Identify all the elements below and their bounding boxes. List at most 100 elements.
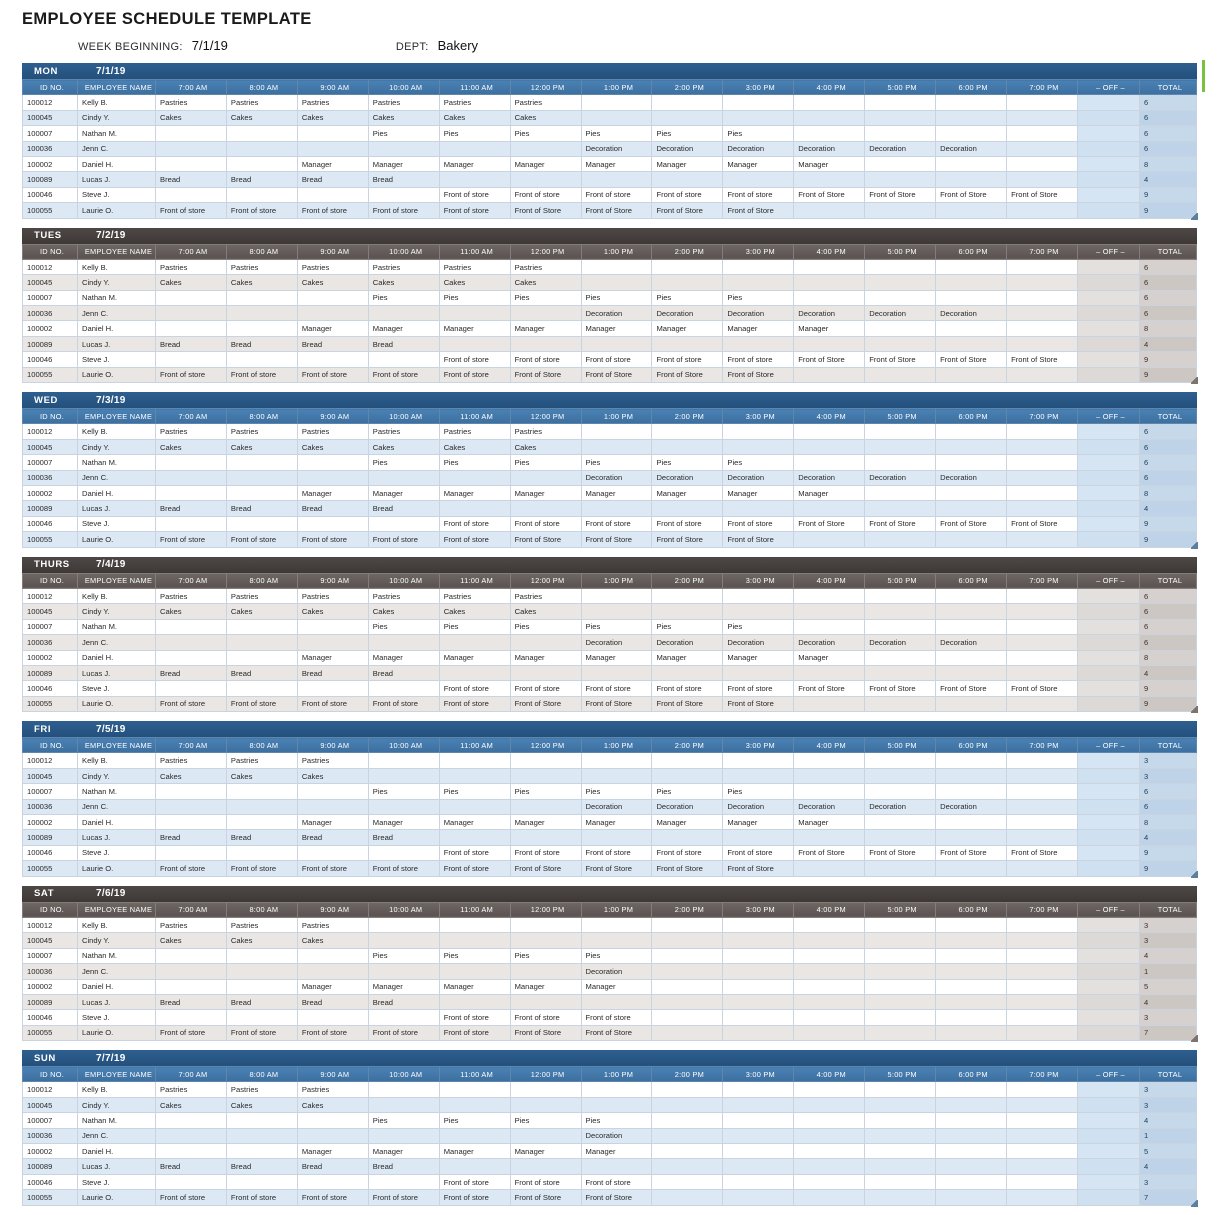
cell-shift[interactable]: Cakes <box>225 1096 298 1114</box>
cell-shift[interactable] <box>367 1127 440 1145</box>
cell-shift[interactable]: Bread <box>367 1158 440 1175</box>
cell-shift[interactable]: Front of Store <box>651 860 724 877</box>
cell-shift[interactable]: Pastries <box>509 94 582 111</box>
cell-off[interactable] <box>1077 1127 1140 1145</box>
cell-shift[interactable] <box>793 1096 866 1114</box>
cell-shift[interactable]: Front of store <box>438 186 511 204</box>
cell-shift[interactable] <box>296 634 369 651</box>
cell-shift[interactable] <box>155 649 227 666</box>
cell-shift[interactable] <box>438 916 511 934</box>
cell-shift[interactable]: Decoration <box>722 798 795 816</box>
cell-shift[interactable]: Front of Store <box>935 680 1008 697</box>
cell-shift[interactable] <box>935 860 1008 877</box>
cell-shift[interactable]: Pastries <box>225 94 298 111</box>
cell-shift[interactable] <box>580 109 653 127</box>
cell-shift[interactable]: Bread <box>155 664 227 682</box>
cell-off[interactable] <box>1077 140 1140 157</box>
cell-shift[interactable]: Bread <box>225 829 298 846</box>
cell-shift[interactable]: Front of store <box>722 351 795 368</box>
cell-shift[interactable] <box>722 1158 795 1175</box>
cell-shift[interactable]: Front of Store <box>864 186 937 204</box>
cell-shift[interactable] <box>438 140 511 157</box>
cell-shift[interactable]: Bread <box>155 171 227 188</box>
cell-shift[interactable]: Manager <box>651 155 724 173</box>
cell-shift[interactable]: Bread <box>367 500 440 517</box>
cell-shift[interactable]: Decoration <box>722 469 795 486</box>
cell-shift[interactable] <box>225 515 298 533</box>
cell-shift[interactable] <box>722 423 795 440</box>
cell-shift[interactable]: Pies <box>509 618 582 636</box>
cell-shift[interactable] <box>1006 603 1078 620</box>
cell-shift[interactable] <box>155 469 227 486</box>
cell-shift[interactable]: Pies <box>580 618 653 636</box>
cell-shift[interactable]: Front of store <box>225 695 298 713</box>
cell-shift[interactable] <box>935 695 1008 713</box>
cell-shift[interactable]: Front of store <box>722 844 795 862</box>
cell-shift[interactable]: Pies <box>651 125 724 142</box>
cell-shift[interactable] <box>651 94 724 111</box>
cell-off[interactable] <box>1077 963 1140 980</box>
cell-off[interactable] <box>1077 603 1140 620</box>
cell-shift[interactable] <box>1006 94 1078 111</box>
cell-shift[interactable] <box>935 258 1008 276</box>
cell-shift[interactable]: Manager <box>509 155 582 173</box>
cell-shift[interactable]: Front of Store <box>935 844 1008 862</box>
cell-shift[interactable]: Front of Store <box>722 202 795 219</box>
cell-shift[interactable] <box>296 963 369 980</box>
cell-shift[interactable]: Bread <box>155 829 227 846</box>
cell-shift[interactable]: Cakes <box>155 1096 227 1114</box>
cell-shift[interactable] <box>438 1158 511 1175</box>
cell-shift[interactable]: Cakes <box>225 932 298 949</box>
cell-shift[interactable] <box>155 1009 227 1026</box>
cell-shift[interactable] <box>155 484 227 502</box>
cell-shift[interactable] <box>225 1127 298 1145</box>
cell-shift[interactable] <box>935 1112 1008 1129</box>
cell-shift[interactable] <box>722 1024 795 1042</box>
cell-shift[interactable]: Front of store <box>722 186 795 204</box>
cell-shift[interactable] <box>793 1081 866 1098</box>
cell-shift[interactable]: Pastries <box>296 423 369 440</box>
cell-shift[interactable] <box>793 438 866 456</box>
cell-shift[interactable] <box>935 664 1008 682</box>
cell-off[interactable] <box>1077 125 1140 142</box>
cell-shift[interactable] <box>722 1127 795 1145</box>
cell-shift[interactable] <box>864 814 937 831</box>
cell-shift[interactable] <box>1006 155 1078 173</box>
cell-shift[interactable]: Front of Store <box>509 366 582 384</box>
cell-shift[interactable]: Front of store <box>580 351 653 368</box>
cell-shift[interactable] <box>651 916 724 934</box>
cell-shift[interactable] <box>793 366 866 384</box>
cell-shift[interactable] <box>580 1096 653 1114</box>
cell-shift[interactable]: Front of store <box>225 1189 298 1206</box>
cell-shift[interactable]: Manager <box>793 649 866 666</box>
cell-shift[interactable]: Manager <box>296 155 369 173</box>
cell-off[interactable] <box>1077 978 1140 995</box>
cell-shift[interactable]: Front of Store <box>580 695 653 713</box>
cell-shift[interactable] <box>509 752 582 769</box>
cell-shift[interactable]: Pastries <box>155 752 227 769</box>
cell-shift[interactable] <box>580 1158 653 1175</box>
cell-shift[interactable] <box>1006 1024 1078 1042</box>
cell-shift[interactable] <box>935 155 1008 173</box>
cell-shift[interactable]: Front of store <box>155 695 227 713</box>
cell-shift[interactable]: Manager <box>793 320 866 337</box>
cell-shift[interactable]: Front of store <box>367 1024 440 1042</box>
cell-shift[interactable]: Front of Store <box>864 844 937 862</box>
cell-shift[interactable]: Front of Store <box>509 860 582 877</box>
cell-shift[interactable] <box>225 289 298 307</box>
cell-shift[interactable] <box>935 978 1008 995</box>
cell-shift[interactable]: Pies <box>509 125 582 142</box>
cell-shift[interactable] <box>155 305 227 322</box>
cell-shift[interactable] <box>793 109 866 127</box>
cell-shift[interactable]: Front of store <box>509 844 582 862</box>
cell-shift[interactable] <box>935 814 1008 831</box>
cell-shift[interactable] <box>864 171 937 188</box>
cell-shift[interactable]: Manager <box>651 484 724 502</box>
cell-shift[interactable]: Front of Store <box>793 844 866 862</box>
cell-off[interactable] <box>1077 844 1140 862</box>
cell-shift[interactable]: Bread <box>296 1158 369 1175</box>
cell-shift[interactable] <box>509 1096 582 1114</box>
cell-shift[interactable] <box>793 1189 866 1206</box>
cell-shift[interactable] <box>722 109 795 127</box>
cell-shift[interactable] <box>438 634 511 651</box>
